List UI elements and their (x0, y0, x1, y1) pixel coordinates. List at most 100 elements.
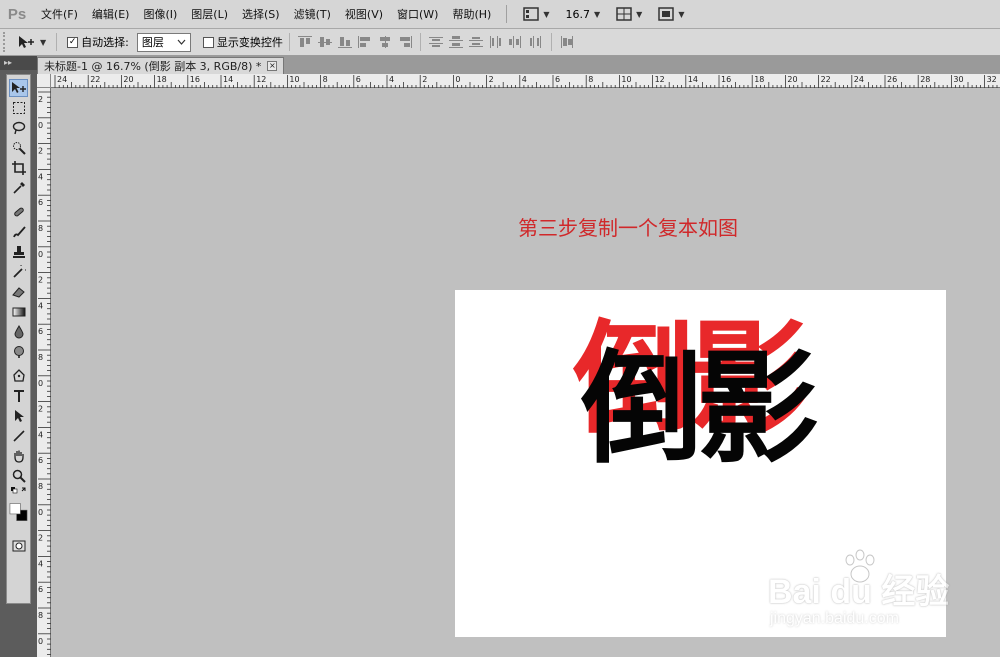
grid-layout-icon (616, 7, 632, 21)
ruler-label: 22 (821, 75, 831, 84)
menu-window[interactable]: 窗口(W) (390, 0, 445, 29)
ruler-origin[interactable] (37, 74, 51, 88)
document-tab-bar: 未标题-1 @ 16.7% (倒影 副本 3, RGB/8) * × (37, 56, 1000, 74)
auto-align-layers-icon[interactable] (560, 36, 574, 48)
distribute-bottom-icon[interactable] (468, 36, 483, 48)
align-left-edges-icon[interactable] (357, 36, 372, 48)
zoom-level-value: 16.7 (565, 7, 591, 21)
ruler-label: 8 (38, 482, 43, 491)
eraser-tool-icon[interactable] (9, 283, 28, 301)
hand-tool-icon[interactable] (9, 447, 28, 465)
align-bottom-edges-icon[interactable] (337, 36, 352, 48)
launch-bridge-button[interactable]: ▼ (515, 0, 557, 29)
gradient-tool-icon[interactable] (9, 303, 28, 321)
lasso-tool-icon[interactable] (9, 119, 28, 137)
ruler-label: 4 (522, 75, 527, 84)
menu-layer[interactable]: 图层(L) (184, 0, 235, 29)
move-tool-icon[interactable] (9, 79, 28, 97)
ruler-label: 18 (157, 75, 167, 84)
quick-mask-icon[interactable] (9, 537, 28, 555)
dodge-tool-icon[interactable] (9, 343, 28, 361)
quick-selection-tool-icon[interactable] (9, 139, 28, 157)
history-brush-tool-icon[interactable] (9, 263, 28, 281)
ruler-label: 14 (688, 75, 698, 84)
vertical-ruler[interactable]: 20246802468024680246802 (37, 88, 51, 657)
ruler-label: 2 (38, 534, 43, 543)
options-divider (419, 33, 421, 51)
ruler-label: 2 (38, 276, 43, 285)
show-transform-controls-checkbox[interactable]: 显示变换控件 (199, 34, 287, 50)
document-tab-title: 未标题-1 @ 16.7% (倒影 副本 3, RGB/8) * (44, 60, 262, 73)
chevron-down-icon (177, 39, 186, 45)
distribute-top-icon[interactable] (428, 36, 443, 48)
align-top-edges-icon[interactable] (297, 36, 312, 48)
distribute-right-icon[interactable] (529, 36, 543, 48)
arrange-documents-button[interactable]: ▼ (608, 0, 650, 29)
line-tool-icon[interactable] (9, 427, 28, 445)
ruler-label: 6 (38, 456, 43, 465)
ruler-label: 2 (422, 75, 427, 84)
default-colors-icon[interactable] (9, 485, 28, 497)
tutorial-caption: 第三步复制一个复本如图 (518, 216, 738, 240)
document-tab[interactable]: 未标题-1 @ 16.7% (倒影 副本 3, RGB/8) * × (37, 57, 285, 74)
path-selection-tool-icon[interactable] (9, 407, 28, 425)
distribute-vertical-centers-icon[interactable] (448, 36, 463, 48)
crop-tool-icon[interactable] (9, 159, 28, 177)
screen-mode-button[interactable]: ▼ (650, 0, 692, 29)
auto-select-target-dropdown[interactable]: 图层 (136, 32, 191, 52)
chevron-down-icon: ▼ (594, 9, 601, 19)
menu-separator (506, 5, 508, 23)
menu-select[interactable]: 选择(S) (235, 0, 287, 29)
color-swatches-icon[interactable] (9, 499, 28, 527)
photoshop-logo: Ps (7, 5, 27, 23)
close-icon[interactable]: × (267, 61, 278, 71)
menu-image[interactable]: 图像(I) (136, 0, 184, 29)
tools-panel-header[interactable]: ▸▸ (0, 56, 37, 70)
menu-file[interactable]: 文件(F) (34, 0, 85, 29)
menu-help[interactable]: 帮助(H) (445, 0, 498, 29)
film-strip-icon (523, 7, 540, 21)
auto-select-checkbox[interactable]: ✓ 自动选择: (63, 34, 133, 50)
eyedropper-tool-icon[interactable] (9, 179, 28, 197)
tool-preset-picker[interactable]: ▼ (9, 35, 54, 49)
clone-stamp-tool-icon[interactable] (9, 243, 28, 261)
zoom-level-dropdown[interactable]: 16.7 ▼ (558, 0, 609, 29)
align-right-edges-icon[interactable] (398, 36, 412, 48)
menu-bar: Ps 文件(F) 编辑(E) 图像(I) 图层(L) 选择(S) 滤镜(T) 视… (0, 0, 1000, 29)
tools-panel-body (6, 74, 31, 604)
ruler-label: 6 (38, 585, 43, 594)
ruler-label: 2 (38, 405, 43, 414)
menu-filter[interactable]: 滤镜(T) (287, 0, 338, 29)
ruler-label: 4 (389, 75, 394, 84)
auto-select-label: 自动选择: (81, 36, 129, 49)
blur-tool-icon[interactable] (9, 323, 28, 341)
ruler-label: 0 (38, 508, 43, 517)
healing-brush-tool-icon[interactable] (9, 203, 28, 221)
zoom-tool-icon[interactable] (9, 467, 28, 485)
options-divider (288, 33, 290, 51)
distribute-horizontal-centers-icon[interactable] (508, 36, 523, 48)
ruler-label: 28 (920, 75, 930, 84)
black-text-layer-copy: 倒影 (581, 338, 819, 480)
auto-select-target-value: 图层 (141, 36, 164, 49)
menu-edit[interactable]: 编辑(E) (85, 0, 137, 29)
pen-tool-icon[interactable] (9, 367, 28, 385)
distribute-left-icon[interactable] (489, 36, 503, 48)
align-vertical-centers-icon[interactable] (317, 36, 332, 48)
align-horizontal-centers-icon[interactable] (378, 36, 392, 48)
type-tool-icon[interactable] (9, 387, 28, 405)
ruler-label: 22 (90, 75, 100, 84)
ruler-label: 32 (987, 75, 997, 84)
checkbox-unchecked[interactable] (202, 36, 214, 48)
marquee-tool-icon[interactable] (9, 99, 28, 117)
ruler-label: 20 (787, 75, 797, 84)
ruler-label: 0 (38, 637, 43, 646)
ruler-label: 4 (38, 172, 43, 181)
horizontal-ruler[interactable]: 24 22 20 18 16 14 12 10 8 6 4 2 0 2 4 6 8 10 12 14 16 18 20 22 2… (51, 74, 1000, 88)
tools-panel: ▸▸ (0, 56, 37, 657)
ruler-label: 16 (190, 75, 200, 84)
checkbox-checked[interactable]: ✓ (67, 36, 79, 48)
ruler-label: 8 (38, 611, 43, 620)
brush-tool-icon[interactable] (9, 223, 28, 241)
menu-view[interactable]: 视图(V) (338, 0, 390, 29)
